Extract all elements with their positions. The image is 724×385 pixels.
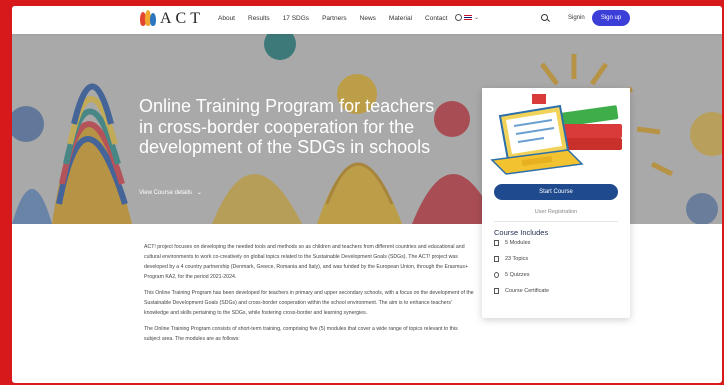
nav-item-17-sdgs[interactable]: 17 SDGs bbox=[283, 15, 309, 22]
description-paragraph-2: This Online Training Program has been de… bbox=[144, 290, 474, 316]
view-course-details-label: View Course details bbox=[139, 189, 192, 196]
modules-icon bbox=[494, 240, 499, 246]
topics-icon bbox=[494, 256, 499, 262]
search-icon[interactable] bbox=[541, 14, 549, 22]
logo-text: ACT bbox=[160, 10, 204, 27]
main-menu: About Results 17 SDGs Partners News Mate… bbox=[218, 15, 447, 22]
include-item-topics: 23 Topics bbox=[494, 256, 528, 262]
include-item-label: 5 Quizzes bbox=[505, 272, 530, 278]
view-course-details-link[interactable]: View Course details ⌄ bbox=[139, 189, 202, 197]
description-paragraph-1: ACT! project focuses on developing the n… bbox=[144, 244, 468, 280]
user-registration-link[interactable]: User Registration bbox=[482, 209, 630, 215]
act-logo[interactable]: ACT bbox=[140, 10, 204, 28]
nav-item-news[interactable]: News bbox=[360, 15, 376, 22]
course-includes-heading: Course Includes bbox=[494, 228, 549, 237]
logo-mark-icon bbox=[140, 10, 156, 28]
include-item-label: 23 Topics bbox=[505, 256, 529, 262]
globe-icon bbox=[455, 14, 462, 21]
start-course-button[interactable]: Start Course bbox=[494, 184, 618, 200]
top-navigation: ACT About Results 17 SDGs Partners News … bbox=[12, 6, 722, 34]
course-card: Start Course User Registration Course In… bbox=[482, 88, 630, 318]
chevron-down-icon: ⌄ bbox=[196, 190, 202, 196]
include-item-label: 5 Modules bbox=[505, 240, 531, 246]
course-description: ACT! project focuses on developing the n… bbox=[144, 242, 474, 350]
include-item-certificate: Course Certificate bbox=[494, 288, 549, 294]
certificate-icon bbox=[494, 288, 499, 294]
chevron-down-icon: ⌄ bbox=[474, 15, 480, 21]
course-image bbox=[482, 88, 630, 176]
signin-link[interactable]: Signin bbox=[568, 15, 585, 21]
include-item-label: Course Certificate bbox=[505, 288, 550, 294]
browser-page: ACT About Results 17 SDGs Partners News … bbox=[12, 6, 722, 383]
nav-item-results[interactable]: Results bbox=[248, 15, 270, 22]
language-selector[interactable]: ⌄ bbox=[455, 14, 479, 21]
uk-flag-icon bbox=[464, 15, 472, 20]
nav-item-about[interactable]: About bbox=[218, 15, 235, 22]
nav-item-material[interactable]: Material bbox=[389, 15, 412, 22]
card-divider bbox=[494, 221, 618, 222]
laptop-books-illustration bbox=[490, 94, 622, 175]
include-item-modules: 5 Modules bbox=[494, 240, 530, 246]
signup-button[interactable]: Sign up bbox=[592, 10, 630, 26]
nav-item-partners[interactable]: Partners bbox=[322, 15, 347, 22]
include-item-quizzes: 5 Quizzes bbox=[494, 272, 529, 278]
description-paragraph-3: The Online Training Program consists of … bbox=[144, 326, 458, 342]
quizzes-icon bbox=[494, 272, 499, 278]
hero-title: Online Training Program for teachers in … bbox=[139, 96, 435, 158]
nav-item-contact[interactable]: Contact bbox=[425, 15, 447, 22]
